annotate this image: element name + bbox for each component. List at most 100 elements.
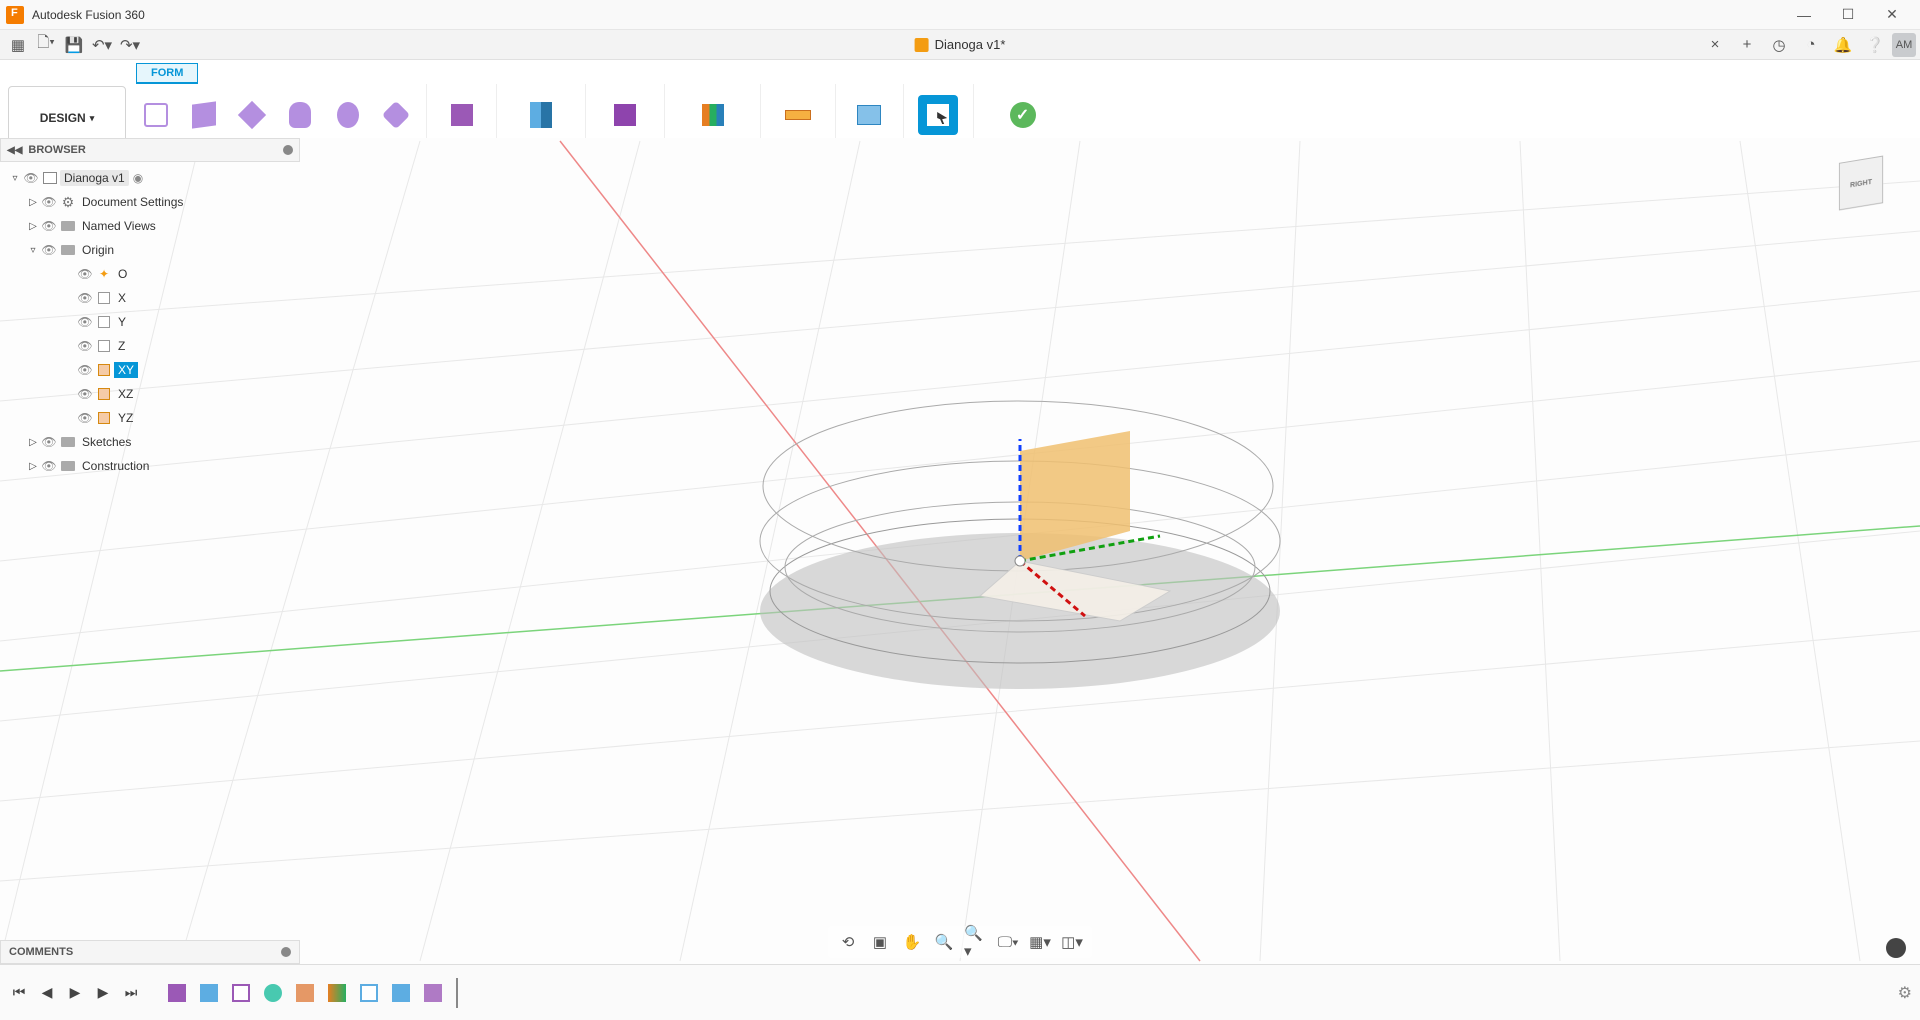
visibility-icon[interactable]: 👁 [76,291,94,305]
ribbon-tab-form[interactable]: FORM [136,63,198,84]
look-at-icon[interactable]: ▣ [868,930,892,954]
visibility-icon[interactable]: 👁 [22,171,40,185]
user-avatar[interactable]: AM [1892,33,1916,57]
construct-plane-button[interactable] [693,95,733,135]
pan-icon[interactable]: ✋ [900,930,924,954]
timeline-step-fwd-icon[interactable]: ▶ [92,984,114,1001]
timeline-end-icon[interactable]: ⏭ [120,984,142,1001]
inspect-measure-button[interactable] [778,95,818,135]
zoom-window-icon[interactable]: 🔍▾ [964,930,988,954]
expand-icon[interactable]: ▿ [26,245,40,256]
timeline-feature[interactable] [324,980,350,1006]
visibility-icon[interactable]: 👁 [76,387,94,401]
timeline-settings-icon[interactable]: ⚙ [1898,983,1912,1003]
grid-settings-icon[interactable]: ▦▾ [1028,930,1052,954]
tree-item[interactable]: 👁XZ [0,382,300,406]
node-type-icon [94,338,114,354]
timeline-start-icon[interactable]: ⏮ [8,984,30,1001]
window-close-button[interactable]: ✕ [1870,0,1914,30]
window-minimize-button[interactable]: — [1782,0,1826,30]
visibility-icon[interactable]: 👁 [40,243,58,257]
visibility-icon[interactable]: 👁 [40,195,58,209]
timeline-feature[interactable] [420,980,446,1006]
insert-decal-button[interactable] [849,95,889,135]
create-sphere-button[interactable] [328,95,368,135]
zoom-icon[interactable]: 🔍 [932,930,956,954]
tab-add-icon[interactable]: + [1732,31,1762,59]
symmetry-mirror-button[interactable] [521,95,561,135]
timeline-feature[interactable] [260,980,286,1006]
file-menu-icon[interactable]: 🗋▾ [32,31,60,59]
expand-icon[interactable]: ▷ [26,437,40,448]
modify-edit-button[interactable] [442,95,482,135]
notifications-icon[interactable]: 🔔 [1828,31,1858,59]
node-type-icon [94,290,114,306]
visibility-icon[interactable]: 👁 [76,315,94,329]
active-component-icon[interactable]: ◉ [133,171,143,185]
utilities-button[interactable] [605,95,645,135]
visibility-icon[interactable]: 👁 [76,411,94,425]
data-panel-icon[interactable]: ▦ [4,31,32,59]
finish-form-button[interactable]: ✓ [1003,95,1043,135]
document-tab[interactable]: Dianoga v1* [915,37,1006,52]
expand-icon[interactable]: ▷ [26,461,40,472]
visibility-icon[interactable]: 👁 [40,435,58,449]
view-cube[interactable]: RIGHT [1826,150,1896,220]
panel-collapse-icon[interactable]: ◀◀ [7,145,22,156]
select-tool-button[interactable] [918,95,958,135]
tree-item[interactable]: ▷👁Sketches [0,430,300,454]
tree-item[interactable]: ▿👁Origin [0,238,300,262]
tree-item[interactable]: 👁XY [0,358,300,382]
timeline-play-icon[interactable]: ▶ [64,984,86,1001]
create-quadball-button[interactable] [376,95,416,135]
expand-icon[interactable]: ▷ [26,221,40,232]
visibility-icon[interactable]: 👁 [76,267,94,281]
timeline-feature[interactable] [292,980,318,1006]
node-type-icon [58,434,78,450]
visibility-icon[interactable]: 👁 [76,339,94,353]
orbit-icon[interactable]: ⟲ [836,930,860,954]
timeline-feature[interactable] [356,980,382,1006]
tree-item[interactable]: 👁✦O [0,262,300,286]
timeline-feature[interactable] [164,980,190,1006]
help-icon[interactable]: ❔ [1860,31,1890,59]
extensions-icon[interactable]: ◷ [1764,31,1794,59]
timeline-step-back-icon[interactable]: ◀ [36,984,58,1001]
timeline-feature[interactable] [388,980,414,1006]
feedback-icon[interactable] [1886,938,1906,958]
tree-item[interactable]: 👁X [0,286,300,310]
create-sketch-button[interactable] [136,95,176,135]
expand-icon[interactable]: ▿ [8,173,22,184]
node-type-icon: ⚙ [58,194,78,210]
panel-options-icon[interactable] [283,145,293,155]
timeline-feature[interactable] [228,980,254,1006]
redo-icon[interactable]: ↷▾ [116,31,144,59]
tree-item[interactable]: ▷👁Named Views [0,214,300,238]
create-box-button[interactable] [184,95,224,135]
window-maximize-button[interactable]: ☐ [1826,0,1870,30]
comments-options-icon[interactable] [281,947,291,957]
tree-item[interactable]: 👁YZ [0,406,300,430]
timeline-marker[interactable] [456,978,458,1008]
tree-item[interactable]: ▷👁⚙Document Settings [0,190,300,214]
undo-icon[interactable]: ↶▾ [88,31,116,59]
display-settings-icon[interactable]: 🖵▾ [996,930,1020,954]
create-cylinder-button[interactable] [280,95,320,135]
viewport-layout-icon[interactable]: ◫▾ [1060,930,1084,954]
visibility-icon[interactable]: 👁 [40,219,58,233]
visibility-icon[interactable]: 👁 [76,363,94,377]
browser-panel-header[interactable]: ◀◀ BROWSER [0,138,300,162]
visibility-icon[interactable]: 👁 [40,459,58,473]
tree-root[interactable]: ▿ 👁 Dianoga v1 ◉ [0,166,300,190]
tree-item[interactable]: ▷👁Construction [0,454,300,478]
tree-item[interactable]: 👁Z [0,334,300,358]
job-status-icon[interactable]: ◔ [1796,31,1826,59]
create-plane-button[interactable] [232,95,272,135]
node-type-icon [94,386,114,402]
comments-panel-header[interactable]: COMMENTS [0,940,300,964]
save-icon[interactable]: 💾 [60,31,88,59]
tree-item[interactable]: 👁Y [0,310,300,334]
tab-close-icon[interactable]: × [1700,31,1730,59]
expand-icon[interactable]: ▷ [26,197,40,208]
timeline-feature[interactable] [196,980,222,1006]
